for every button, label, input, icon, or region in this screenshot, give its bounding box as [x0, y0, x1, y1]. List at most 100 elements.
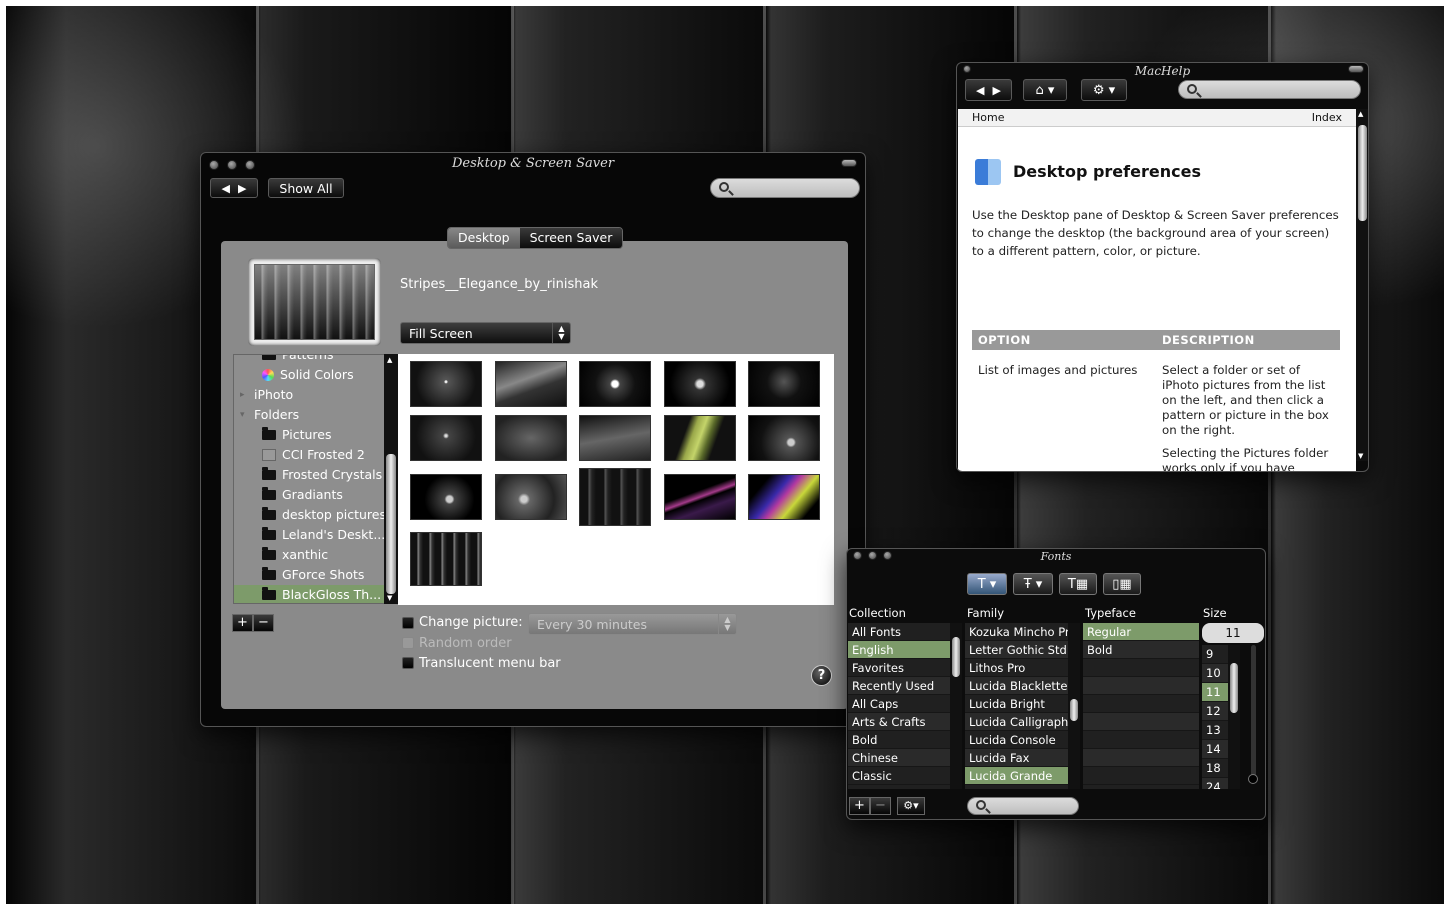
collection-item[interactable]: Favorites — [848, 659, 950, 677]
source-list-item[interactable]: ▸ iPhoto — [234, 385, 384, 405]
tab-desktop[interactable]: Desktop — [448, 228, 520, 248]
collection-item[interactable]: Classic — [848, 767, 950, 785]
collection-item[interactable]: Recently Used — [848, 677, 950, 695]
collection-item[interactable]: English — [848, 641, 950, 659]
collection-item[interactable]: All Caps — [848, 695, 950, 713]
change-picture-checkbox[interactable] — [402, 617, 414, 629]
source-list-item[interactable]: Leland's Deskt... — [234, 525, 384, 545]
family-list[interactable]: Kozuka Mincho Pr Letter Gothic Std Lithos … — [965, 623, 1068, 789]
typeface-list[interactable]: Regular Bold — [1083, 623, 1199, 789]
collection-item[interactable]: All Fonts — [848, 623, 950, 641]
source-list-item[interactable]: Pictures — [234, 425, 384, 445]
family-scrollbar[interactable] — [1068, 623, 1080, 789]
font-family-item[interactable]: Lucida Blackletter — [965, 677, 1068, 695]
size-slider[interactable] — [1251, 645, 1256, 783]
picture-thumbnail[interactable] — [410, 474, 482, 520]
translucent-menu-checkbox[interactable] — [402, 657, 414, 669]
picture-thumbnail[interactable] — [664, 361, 736, 407]
random-order-checkbox[interactable] — [402, 637, 414, 649]
source-list-item[interactable]: desktop pictures — [234, 505, 384, 525]
collection-item[interactable]: Bold — [848, 731, 950, 749]
underline-menu-button[interactable]: T ▾ — [967, 573, 1007, 595]
picture-thumbnail[interactable] — [410, 415, 482, 461]
back-arrow-icon[interactable]: ◀ — [976, 84, 984, 97]
typeface-item[interactable]: Bold — [1083, 641, 1199, 659]
picture-thumbnail[interactable] — [410, 532, 482, 586]
size-item[interactable]: 12 — [1202, 702, 1228, 721]
forward-arrow-icon[interactable]: ▶ — [993, 84, 1001, 97]
font-family-item[interactable]: Lucida Grande — [965, 767, 1068, 785]
source-list-item[interactable]: BlackGloss Th... — [234, 585, 384, 603]
remove-folder-button[interactable]: − — [253, 614, 274, 632]
show-all-button[interactable]: Show All — [268, 178, 344, 198]
source-list-item[interactable]: Solid Colors — [234, 365, 384, 385]
size-item[interactable]: 24 — [1202, 778, 1228, 789]
add-collection-button[interactable]: + — [849, 797, 870, 815]
font-action-menu[interactable]: ⚙▾ — [897, 797, 925, 815]
toolbar-toggle-button[interactable] — [841, 159, 857, 167]
collection-item[interactable]: Arts & Crafts — [848, 713, 950, 731]
size-item[interactable]: 13 — [1202, 721, 1228, 740]
fit-option-popup[interactable]: Fill Screen ▲ ▼ — [400, 322, 571, 344]
source-list-item[interactable]: GForce Shots — [234, 565, 384, 585]
toolbar-toggle-button[interactable] — [1348, 65, 1364, 73]
help-search-input[interactable] — [1178, 80, 1361, 99]
source-list[interactable]: Patterns Solid Colors ▸ iPhoto ▾ Folders Pic… — [233, 354, 385, 604]
back-arrow-icon[interactable]: ◀ — [222, 182, 230, 195]
typeface-item[interactable]: Regular — [1083, 623, 1199, 641]
nav-back-forward[interactable]: ◀ ▶ — [210, 178, 258, 198]
picture-thumbnail[interactable] — [579, 415, 651, 461]
scroll-thumb[interactable] — [1358, 125, 1367, 221]
font-family-item[interactable]: Lucida Bright — [965, 695, 1068, 713]
document-color-button[interactable]: ▯▦ — [1103, 573, 1141, 595]
forward-arrow-icon[interactable]: ▶ — [238, 182, 246, 195]
collection-scrollbar[interactable] — [950, 623, 962, 789]
font-family-item[interactable]: Lithos Pro — [965, 659, 1068, 677]
change-interval-popup[interactable]: Every 30 minutes ▲ ▼ — [528, 613, 737, 635]
picture-thumbnail[interactable] — [748, 474, 820, 520]
font-family-item[interactable]: Kozuka Mincho Pr — [965, 623, 1068, 641]
text-color-button[interactable]: T▦ — [1059, 573, 1097, 595]
source-list-item[interactable]: Gradiants — [234, 485, 384, 505]
tab-screen-saver[interactable]: Screen Saver — [519, 228, 623, 248]
scroll-up-icon[interactable]: ▲ — [387, 356, 392, 364]
source-list-scrollbar[interactable]: ▲ ▼ — [384, 354, 398, 604]
source-list-item[interactable]: xanthic — [234, 545, 384, 565]
collection-item[interactable]: Chinese — [848, 749, 950, 767]
size-input[interactable]: 11 — [1202, 623, 1264, 643]
index-link[interactable]: Index — [1312, 111, 1342, 124]
collection-list[interactable]: All Fonts English Favorites Recently Used Al… — [848, 623, 950, 789]
disclosure-triangle-icon[interactable]: ▾ — [240, 405, 245, 425]
font-family-item[interactable]: Lucida Console — [965, 731, 1068, 749]
size-list[interactable]: 9 10 11 12 13 14 18 24 — [1202, 645, 1228, 789]
picture-thumbnail[interactable] — [748, 415, 820, 461]
disclosure-triangle-icon[interactable]: ▸ — [240, 385, 245, 405]
source-list-item[interactable]: ▾ Folders — [234, 405, 384, 425]
size-slider-knob[interactable] — [1248, 774, 1258, 784]
size-item[interactable]: 14 — [1202, 740, 1228, 759]
size-item[interactable]: 10 — [1202, 664, 1228, 683]
picture-thumbnail[interactable] — [579, 361, 651, 407]
picture-thumbnail[interactable] — [495, 415, 567, 461]
source-list-item[interactable]: CCI Frosted 2 — [234, 445, 384, 465]
home-menu-button[interactable]: ⌂ ▾ — [1023, 79, 1067, 101]
picture-thumbnail[interactable] — [748, 361, 820, 407]
scroll-up-icon[interactable]: ▲ — [1358, 110, 1363, 118]
size-item[interactable]: 11 — [1202, 683, 1228, 702]
scroll-thumb[interactable] — [386, 454, 396, 594]
scroll-down-icon[interactable]: ▼ — [1358, 452, 1363, 460]
size-item[interactable]: 9 — [1202, 645, 1228, 664]
picture-thumbnail[interactable] — [664, 474, 736, 520]
action-menu-button[interactable]: ⚙ ▾ — [1081, 79, 1127, 101]
home-link[interactable]: Home — [972, 111, 1004, 124]
picture-thumbnail[interactable] — [410, 361, 482, 407]
help-button[interactable]: ? — [811, 665, 832, 686]
nav-back-forward[interactable]: ◀ ▶ — [965, 79, 1012, 101]
font-family-item[interactable]: Lucida Calligraphy — [965, 713, 1068, 731]
remove-collection-button[interactable]: − — [870, 797, 891, 815]
add-folder-button[interactable]: + — [232, 614, 253, 632]
font-family-item[interactable]: Lucida Fax — [965, 749, 1068, 767]
source-list-item[interactable]: Frosted Crystals — [234, 465, 384, 485]
picture-thumbnail[interactable] — [495, 361, 567, 407]
font-family-item[interactable]: Letter Gothic Std — [965, 641, 1068, 659]
